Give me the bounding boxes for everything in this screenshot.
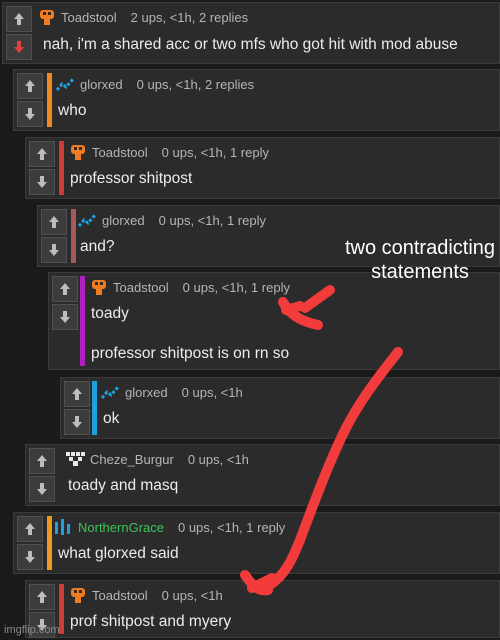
watermark: imgflip.com <box>4 624 60 636</box>
annotation-arrows <box>240 285 403 596</box>
annotation-text: two contradicting statements <box>344 237 496 283</box>
arrow-upper <box>278 285 335 330</box>
arrow-lower <box>240 347 403 596</box>
